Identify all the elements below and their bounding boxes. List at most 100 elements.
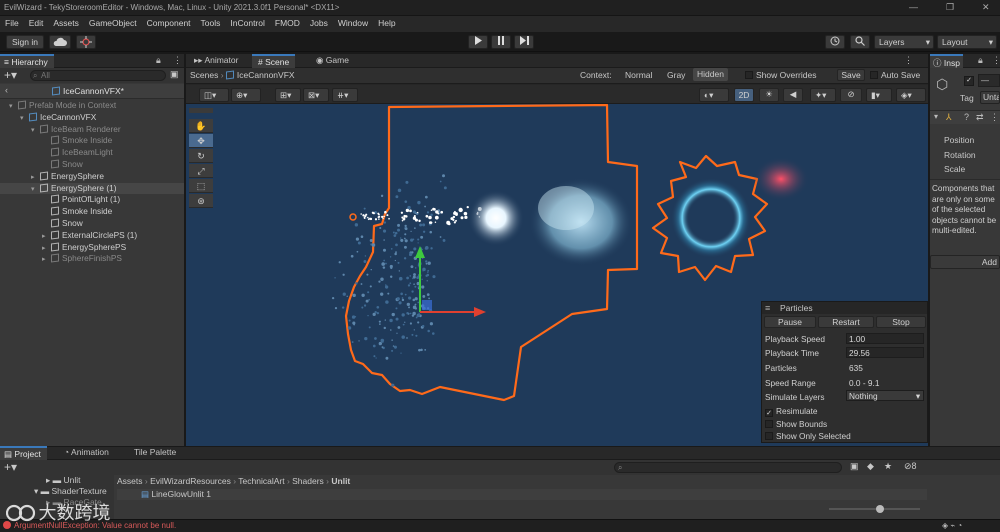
show-only-selected-checkbox[interactable] — [765, 432, 773, 440]
pause-particles-button[interactable]: Pause — [764, 316, 816, 328]
scene-visibility-icon[interactable]: ▣ — [170, 69, 179, 80]
breadcrumb-shaders[interactable]: Shaders — [292, 476, 324, 486]
hierarchy-row[interactable]: ▸ SphereFinishPS — [0, 253, 184, 265]
camera-dropdown[interactable]: ▮▾ — [866, 88, 892, 102]
hierarchy-row[interactable]: Snow — [0, 159, 184, 171]
tag-dropdown[interactable]: Unta — [980, 91, 1000, 104]
show-overrides-toggle[interactable]: Show Overrides — [745, 70, 816, 80]
tab-animation[interactable]: ◔ Animation — [58, 446, 115, 460]
hand-tool[interactable]: ✋ — [189, 119, 213, 133]
transform-header[interactable]: ▾ ⅄ ? ⇄ ⋮ — [930, 110, 1000, 124]
hierarchy-row[interactable]: ▸ ExternalCirclePS (1) — [0, 230, 184, 242]
tree-folder-shadertexture[interactable]: ▾ ▬ ShaderTexture — [34, 486, 107, 497]
show-bounds-checkbox[interactable] — [765, 420, 773, 428]
breadcrumb-evilwizardresources[interactable]: EvilWizardResources — [150, 476, 231, 486]
hierarchy-row[interactable]: IceBeamLight — [0, 147, 184, 159]
context-normal[interactable]: Normal — [625, 70, 652, 80]
breadcrumb-technicalart[interactable]: TechnicalArt — [238, 476, 284, 486]
step-button[interactable] — [514, 35, 534, 49]
menu-assets[interactable]: Assets — [48, 16, 84, 28]
resimulate-checkbox[interactable]: ✓ — [765, 409, 773, 417]
tab-animator[interactable]: ▸▸ Animator — [188, 54, 244, 68]
menu-incontrol[interactable]: InControl — [225, 16, 270, 28]
context-hidden[interactable]: Hidden — [693, 68, 728, 81]
filter-label-icon[interactable]: ◆ — [867, 461, 874, 472]
pivot-dropdown[interactable]: ⊕▾ — [231, 88, 261, 102]
help-icon[interactable]: ? — [964, 112, 969, 122]
drag-handle-icon[interactable]: ≡ — [765, 303, 770, 313]
move-tool[interactable]: ✥ — [189, 134, 213, 148]
menu-edit[interactable]: Edit — [24, 16, 49, 28]
simulate-layers-dropdown[interactable]: Nothing ▾ — [846, 390, 924, 401]
hierarchy-row[interactable]: ▾ EnergySphere (1) — [0, 182, 184, 195]
hierarchy-row[interactable]: ▸ EnergySphere — [0, 171, 184, 183]
auto-save-checkbox[interactable] — [870, 71, 878, 79]
maximize-button[interactable]: ❐ — [946, 2, 954, 13]
close-button[interactable]: ✕ — [982, 2, 990, 13]
kebab-menu-icon[interactable]: ⋮ — [173, 55, 182, 66]
hierarchy-search-input[interactable]: ⌕ All — [30, 70, 166, 81]
draw-mode-dropdown[interactable]: ◫▾ — [199, 88, 229, 102]
tab-project[interactable]: ▤ Project — [0, 446, 47, 460]
cloud-button[interactable] — [49, 35, 71, 49]
name-field[interactable]: — — [978, 74, 1000, 87]
active-checkbox[interactable]: ✓ — [964, 76, 974, 86]
shading-dropdown[interactable]: ◐▾ — [699, 88, 729, 102]
add-icon[interactable]: +▾ — [4, 460, 17, 474]
search-button[interactable] — [850, 35, 870, 49]
hidden-objects-toggle[interactable]: ⊘ — [840, 88, 862, 102]
lock-icon[interactable]: 🔒︎ — [978, 55, 983, 66]
playback-time-field[interactable]: 29.56 — [846, 347, 924, 358]
kebab-menu-icon[interactable]: ⋮ — [904, 55, 913, 66]
breadcrumb-current[interactable]: IceCannonVFX — [237, 70, 295, 80]
increment-snap-dropdown[interactable]: ⊠▾ — [303, 88, 329, 102]
layout-dropdown[interactable]: Layout ▾ — [937, 35, 997, 49]
grid-snap-dropdown[interactable]: ⊞▾ — [275, 88, 301, 102]
list-item[interactable]: ▤ LineGlowUnlit 1 — [117, 489, 927, 500]
menu-jobs[interactable]: Jobs — [305, 16, 333, 28]
tab-scene[interactable]: # Scene — [252, 54, 296, 68]
tools-overlay-handle[interactable] — [189, 108, 213, 113]
icon-size-slider[interactable] — [829, 508, 920, 510]
hierarchy-row[interactable]: ▸ EnergySpherePS — [0, 242, 184, 254]
breadcrumb-unlit[interactable]: Unlit — [331, 476, 350, 486]
align-dropdown[interactable]: ⧺▾ — [332, 88, 358, 102]
back-arrow-icon[interactable]: ‹ — [5, 85, 8, 95]
layers-dropdown[interactable]: Layers ▾ — [874, 35, 934, 49]
stop-particles-button[interactable]: Stop — [876, 316, 926, 328]
hierarchy-row[interactable]: PointOfLight (1) — [0, 194, 184, 206]
play-button[interactable] — [468, 35, 488, 49]
menu-file[interactable]: File — [0, 16, 24, 28]
hidden-packages-toggle[interactable]: ⊘8 — [904, 461, 917, 472]
menu-fmod[interactable]: FMOD — [270, 16, 305, 28]
lock-icon[interactable]: 🔒︎ — [156, 55, 161, 66]
hierarchy-row[interactable]: Snow — [0, 218, 184, 230]
tab-inspector[interactable]: ⓘ Insp — [930, 54, 963, 68]
show-bounds-toggle[interactable]: Show Bounds — [765, 419, 827, 429]
rect-tool[interactable]: ⬚ — [189, 179, 213, 193]
auto-save-toggle[interactable]: Auto Save — [870, 70, 920, 80]
hierarchy-row[interactable]: Smoke Inside — [0, 135, 184, 147]
2d-toggle[interactable]: 2D — [734, 88, 754, 102]
breadcrumb-root[interactable]: Scenes — [190, 70, 218, 80]
resimulate-toggle[interactable]: ✓ Resimulate — [765, 406, 818, 417]
breadcrumb-assets[interactable]: Assets — [117, 476, 143, 486]
menu-tools[interactable]: Tools — [196, 16, 226, 28]
playback-speed-field[interactable]: 1.00 — [846, 333, 924, 344]
rotate-tool[interactable]: ↻ — [189, 149, 213, 163]
sign-in-button[interactable]: Sign in — [6, 35, 44, 49]
lighting-toggle[interactable]: ☀ — [759, 88, 779, 102]
pause-button[interactable] — [491, 35, 511, 49]
scale-tool[interactable]: ⤢ — [189, 164, 213, 178]
expand-arrow-icon[interactable]: ▸ — [42, 254, 51, 266]
audio-toggle[interactable]: ◀ — [783, 88, 803, 102]
transform-tool[interactable]: ⊛ — [189, 194, 213, 208]
project-search-input[interactable]: ⌕ — [614, 462, 842, 473]
gizmo-y-arrow[interactable] — [415, 246, 425, 258]
gizmo-x-arrow[interactable] — [474, 307, 486, 317]
kebab-menu-icon[interactable]: ⋮ — [990, 112, 999, 123]
filter-type-icon[interactable]: ▣ — [850, 461, 859, 472]
minimize-button[interactable]: — — [909, 2, 918, 12]
effects-dropdown[interactable]: ✦▾ — [810, 88, 836, 102]
tree-folder-unlit[interactable]: ▸ ▬ Unlit — [46, 475, 81, 486]
